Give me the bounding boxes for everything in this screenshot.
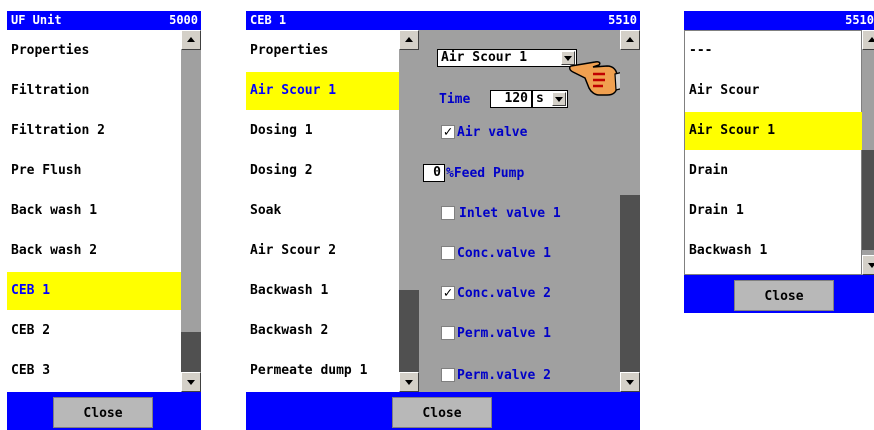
- checkmark-icon: ✓: [443, 285, 453, 301]
- air-valve-label: Air valve: [457, 125, 528, 140]
- pointing-hand-icon: [569, 61, 625, 96]
- list-item-soak[interactable]: Soak: [246, 192, 399, 230]
- conc-valve-2-label: Conc.valve 2: [457, 286, 551, 301]
- scroll-down-button[interactable]: [620, 372, 640, 392]
- scroll-up-button[interactable]: [620, 30, 640, 50]
- list-item-backwash-2[interactable]: Backwash 2: [246, 312, 399, 350]
- list-item-ceb-2[interactable]: CEB 2: [7, 312, 181, 350]
- step-picker-list: --- Air Scour Air Scour 1 Drain Drain 1 …: [684, 30, 863, 275]
- scroll-down-button[interactable]: [181, 372, 201, 392]
- time-unit-select[interactable]: s: [532, 90, 568, 108]
- panel-footer: Close: [684, 275, 874, 313]
- dropdown-arrow-icon: [555, 97, 563, 102]
- list-item-none[interactable]: ---: [685, 32, 863, 70]
- scrollbar[interactable]: [181, 30, 201, 392]
- list-item-pre-flush[interactable]: Pre Flush: [7, 152, 181, 190]
- list-item-permeate-dump-1[interactable]: Permeate dump 1: [246, 352, 399, 390]
- scroll-down-icon: [868, 263, 874, 268]
- list-item-backwash-1[interactable]: Backwash 1: [685, 232, 863, 270]
- list-item-filtration-2[interactable]: Filtration 2: [7, 112, 181, 150]
- checkmark-icon: ✓: [443, 124, 453, 140]
- scroll-down-button[interactable]: [862, 255, 874, 275]
- feed-pump-input[interactable]: 0: [423, 164, 445, 182]
- time-label: Time: [439, 92, 471, 107]
- panel-title-bar: UF Unit 5000: [7, 11, 201, 30]
- list-item-drain-1[interactable]: Drain 1: [685, 192, 863, 230]
- panel-footer: Close: [7, 392, 201, 430]
- list-item-air-scour-1[interactable]: Air Scour 1: [246, 72, 399, 110]
- step-list: Properties Filtration Filtration 2 Pre F…: [7, 30, 181, 392]
- scroll-up-icon: [405, 37, 413, 42]
- uf-unit-panel: UF Unit 5000 Properties Filtration Filtr…: [7, 11, 201, 430]
- list-item-ceb-3[interactable]: CEB 3: [7, 352, 181, 390]
- scroll-up-icon: [187, 37, 195, 42]
- inlet-valve-1-checkbox[interactable]: [441, 206, 455, 220]
- scroll-thumb[interactable]: [620, 195, 640, 372]
- scroll-down-icon: [405, 380, 413, 385]
- scroll-up-button[interactable]: [399, 30, 419, 50]
- list-item-filtration[interactable]: Filtration: [7, 72, 181, 110]
- dropdown-button[interactable]: [552, 92, 566, 106]
- panel-footer: Close: [246, 392, 640, 430]
- conc-valve-1-label: Conc.valve 1: [457, 246, 551, 261]
- scroll-thumb[interactable]: [862, 150, 874, 250]
- step-picker-panel: 5510 --- Air Scour Air Scour 1 Drain Dra…: [684, 11, 874, 313]
- panel-title-bar: CEB 1 5510: [246, 11, 640, 30]
- scroll-down-icon: [187, 380, 195, 385]
- feed-pump-label: %Feed Pump: [446, 166, 525, 181]
- scroll-down-button[interactable]: [399, 372, 419, 392]
- panel-number: 5510: [608, 13, 637, 27]
- list-item-air-scour-2[interactable]: Air Scour 2: [246, 232, 399, 270]
- perm-valve-2-label: Perm.valve 2: [457, 368, 551, 383]
- properties-scrollbar[interactable]: [620, 30, 640, 392]
- panel-number: 5510: [845, 13, 874, 27]
- panel-title: CEB 1: [250, 13, 287, 27]
- list-item-back-wash-2[interactable]: Back wash 2: [7, 232, 181, 270]
- close-button[interactable]: Close: [392, 397, 492, 428]
- ceb-1-panel: CEB 1 5510 Properties Air Scour 1 Dosing…: [246, 11, 640, 430]
- step-select-value: Air Scour 1: [441, 50, 528, 65]
- step-list: Properties Air Scour 1 Dosing 1 Dosing 2…: [246, 30, 399, 392]
- scroll-thumb[interactable]: [181, 332, 201, 372]
- list-item-dosing-1[interactable]: Dosing 1: [246, 112, 399, 150]
- conc-valve-2-checkbox[interactable]: ✓: [441, 286, 455, 300]
- scroll-up-icon: [626, 37, 634, 42]
- panel-number: 5000: [169, 13, 198, 27]
- perm-valve-1-label: Perm.valve 1: [457, 326, 551, 341]
- scroll-up-button[interactable]: [181, 30, 201, 50]
- list-item-properties[interactable]: Properties: [246, 32, 399, 70]
- scroll-thumb[interactable]: [399, 290, 419, 372]
- list-item-drain[interactable]: Drain: [685, 152, 863, 190]
- panel-title: UF Unit: [11, 13, 62, 27]
- list-item-dosing-2[interactable]: Dosing 2: [246, 152, 399, 190]
- perm-valve-2-checkbox[interactable]: [441, 368, 455, 382]
- scroll-up-icon: [868, 37, 874, 42]
- scroll-up-button[interactable]: [862, 30, 874, 50]
- time-input[interactable]: 120: [490, 90, 532, 108]
- list-item-back-wash-1[interactable]: Back wash 1: [7, 192, 181, 230]
- scroll-down-icon: [626, 380, 634, 385]
- panel-title-bar: 5510: [684, 11, 874, 30]
- list-item-ceb-1[interactable]: CEB 1: [7, 272, 181, 310]
- scrollbar[interactable]: [862, 30, 874, 275]
- close-button[interactable]: Close: [734, 280, 834, 311]
- inlet-valve-1-label: Inlet valve 1: [459, 206, 561, 221]
- list-item-backwash-1[interactable]: Backwash 1: [246, 272, 399, 310]
- step-properties-area: Air Scour 1 Time 120 s ✓ Air valve 0 %Fe…: [419, 30, 625, 392]
- conc-valve-1-checkbox[interactable]: [441, 246, 455, 260]
- time-unit-value: s: [536, 91, 544, 106]
- step-select[interactable]: Air Scour 1: [437, 49, 577, 67]
- list-scrollbar[interactable]: [399, 30, 419, 392]
- list-item-air-scour-1[interactable]: Air Scour 1: [685, 112, 863, 150]
- list-item-properties[interactable]: Properties: [7, 32, 181, 70]
- air-valve-checkbox[interactable]: ✓: [441, 125, 455, 139]
- list-item-air-scour[interactable]: Air Scour: [685, 72, 863, 110]
- close-button[interactable]: Close: [53, 397, 153, 428]
- perm-valve-1-checkbox[interactable]: [441, 326, 455, 340]
